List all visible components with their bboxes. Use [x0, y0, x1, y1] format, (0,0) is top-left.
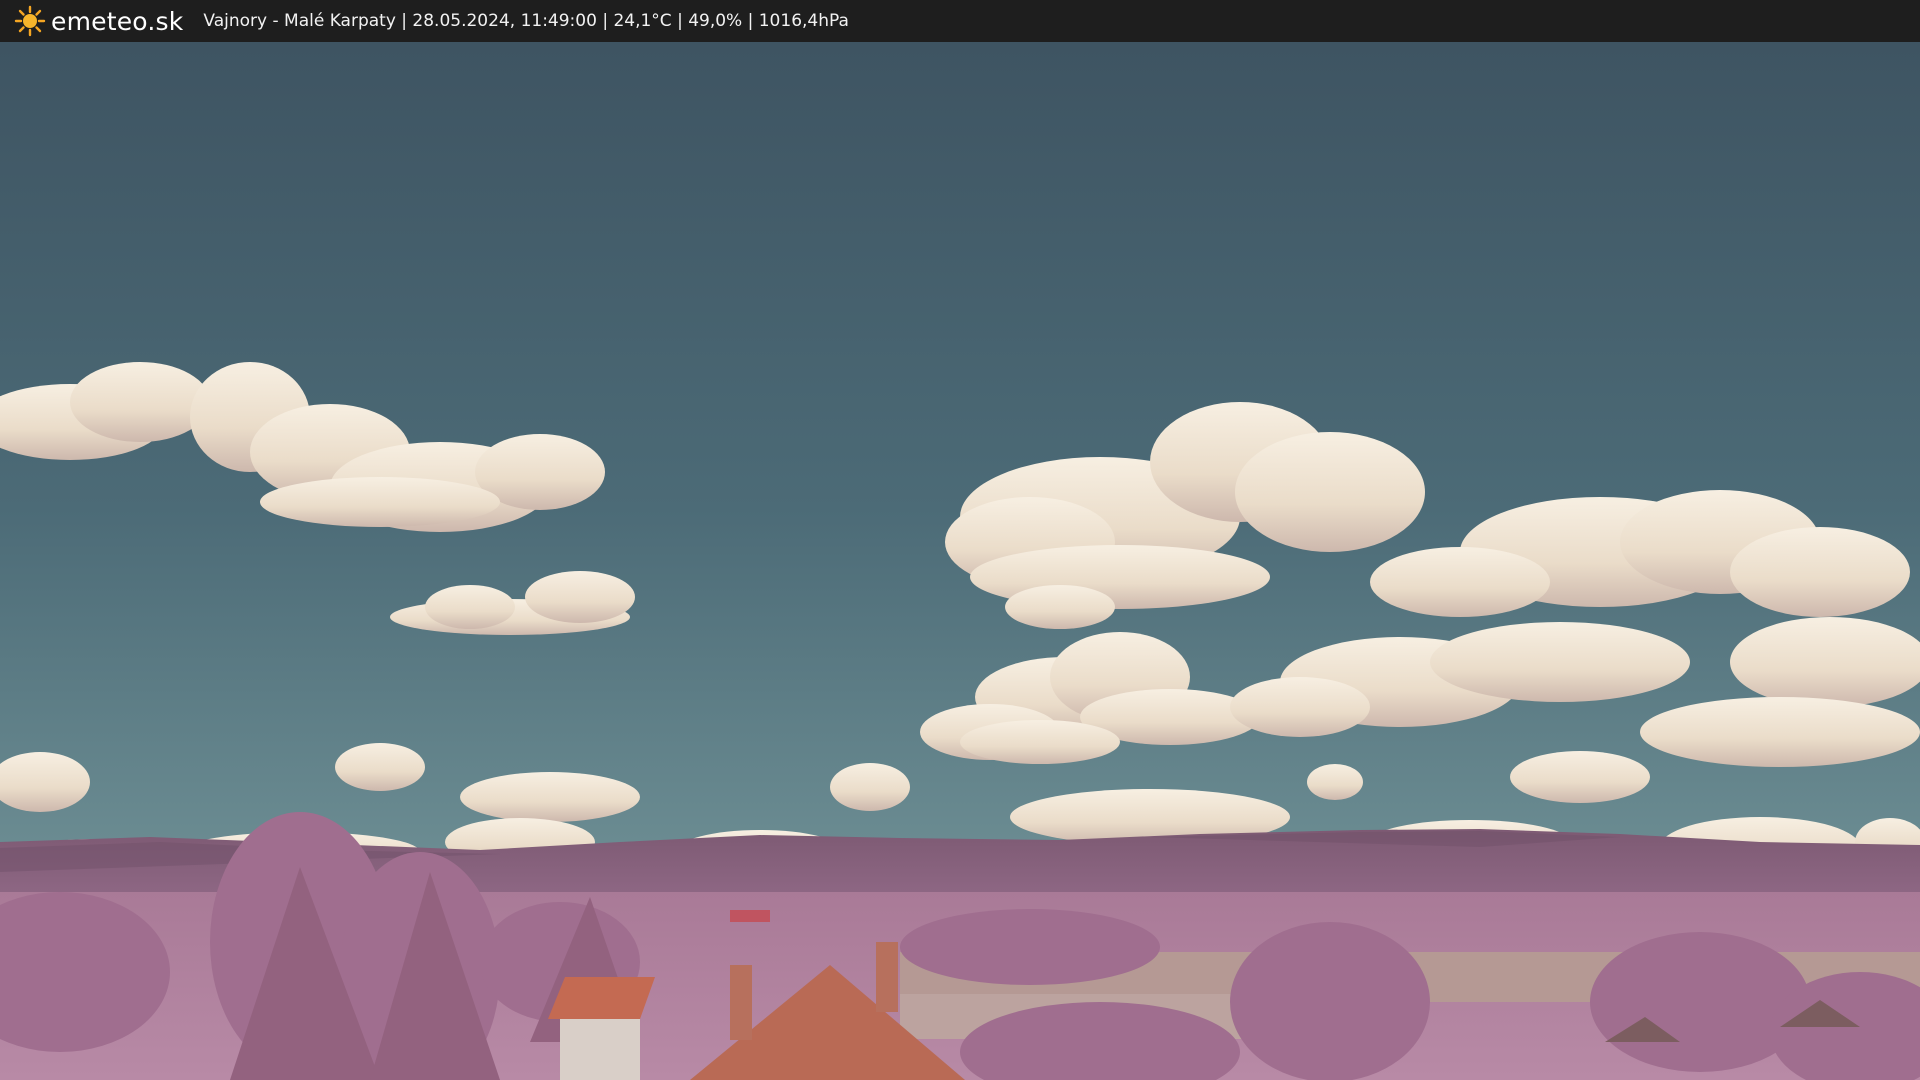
distant-building: [730, 910, 770, 922]
header-bar: emeteo.sk Vajnory - Malé Karpaty | 28.05…: [0, 0, 1920, 42]
sun-icon: [14, 5, 46, 37]
house-left: [548, 977, 655, 1080]
brand-name: emeteo.sk: [51, 6, 184, 36]
weather-caption: Vajnory - Malé Karpaty | 28.05.2024, 11:…: [203, 11, 849, 31]
logo: emeteo.sk: [14, 5, 183, 37]
webcam-image: [0, 42, 1920, 1080]
